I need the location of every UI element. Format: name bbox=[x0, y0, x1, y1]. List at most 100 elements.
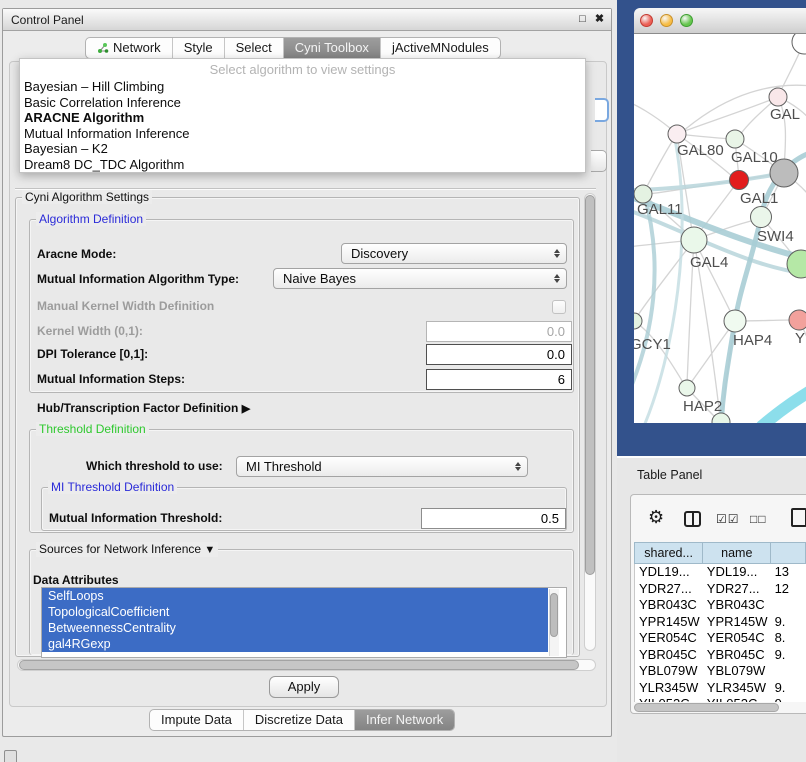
combo-arrows-icon bbox=[548, 274, 566, 283]
network-node-swi4[interactable] bbox=[751, 207, 772, 228]
column-header-shared-name[interactable]: shared... bbox=[634, 542, 702, 564]
page-icon[interactable] bbox=[791, 508, 806, 527]
tab-infer-network[interactable]: Infer Network bbox=[355, 710, 454, 730]
data-attributes-list[interactable]: SelfLoopsTopologicalCoefficientBetweenne… bbox=[41, 587, 567, 658]
node-label: GCY1 bbox=[634, 336, 671, 353]
attribute-item[interactable]: TopologicalCoefficient bbox=[42, 604, 548, 620]
network-node-gal[interactable] bbox=[769, 88, 787, 106]
column-header-name[interactable]: name bbox=[702, 542, 770, 564]
docked-panel-icon[interactable] bbox=[4, 750, 17, 762]
algorithm-option[interactable]: Bayesian – Hill Climbing bbox=[20, 79, 585, 95]
columns-icon[interactable] bbox=[684, 511, 701, 527]
tab-label: Cyni Toolbox bbox=[295, 38, 369, 58]
collapse-down-icon: ▼ bbox=[204, 544, 215, 556]
table-cell: YER054C bbox=[635, 630, 703, 647]
dpi-tolerance-field[interactable]: 0.0 bbox=[426, 344, 572, 365]
settings-hscrollbar-thumb[interactable] bbox=[19, 660, 579, 670]
algorithm-option[interactable]: ARACNE Algorithm bbox=[20, 110, 585, 126]
attribute-item[interactable]: BetweennessCentrality bbox=[42, 620, 548, 636]
attribute-item[interactable]: gal4RGexp bbox=[42, 636, 548, 652]
close-traffic-light-icon[interactable] bbox=[640, 14, 653, 27]
algorithm-option[interactable]: Bayesian – K2 bbox=[20, 141, 585, 157]
table-row[interactable]: YPR145WYPR145W9. bbox=[635, 614, 806, 631]
network-node-hap4[interactable] bbox=[724, 310, 746, 332]
zoom-traffic-light-icon[interactable] bbox=[680, 14, 693, 27]
algorithm-option[interactable]: Dream8 DC_TDC Algorithm bbox=[20, 157, 585, 173]
aracne-mode-label: Aracne Mode: bbox=[37, 247, 116, 261]
tab-discretize-data[interactable]: Discretize Data bbox=[244, 710, 355, 730]
tab-label: Impute Data bbox=[161, 710, 232, 730]
which-threshold-select[interactable]: MI Threshold bbox=[236, 456, 528, 477]
attribute-item[interactable]: SelfLoops bbox=[42, 588, 548, 604]
apply-button[interactable]: Apply bbox=[269, 676, 339, 698]
dropdown-placeholder: Select algorithm to view settings bbox=[20, 62, 585, 77]
settings-group-title: Cyni Algorithm Settings bbox=[22, 190, 152, 204]
column-header-clipped[interactable] bbox=[770, 542, 806, 564]
table-cell: YDR27... bbox=[635, 581, 703, 598]
node-label: GAL10 bbox=[731, 149, 778, 166]
table-row[interactable]: YDL19...YDL19...13 bbox=[635, 564, 806, 581]
settings-vscrollbar-thumb[interactable] bbox=[585, 195, 595, 575]
tab-impute-data[interactable]: Impute Data bbox=[150, 710, 244, 730]
table-row[interactable]: YIL052CYIL052C9. bbox=[635, 696, 806, 702]
network-window-titlebar[interactable] bbox=[634, 8, 806, 34]
close-window-icon[interactable]: ✖ bbox=[592, 12, 607, 27]
node-label: HAP4 bbox=[733, 332, 772, 349]
manual-kernel-checkbox[interactable] bbox=[552, 300, 566, 314]
table-hscrollbar-thumb[interactable] bbox=[634, 703, 779, 712]
aracne-mode-select[interactable]: Discovery bbox=[341, 243, 567, 264]
node-label: GAL11 bbox=[637, 201, 683, 218]
tab-select[interactable]: Select bbox=[225, 38, 284, 58]
tab-label: Select bbox=[236, 38, 272, 58]
table-row[interactable]: YLR345WYLR345W9. bbox=[635, 680, 806, 697]
float-window-icon[interactable]: □ bbox=[575, 12, 590, 27]
tab-style[interactable]: Style bbox=[173, 38, 225, 58]
network-node[interactable] bbox=[770, 159, 798, 187]
attributes-scrollbar-thumb[interactable] bbox=[550, 593, 558, 637]
minimize-traffic-light-icon[interactable] bbox=[660, 14, 673, 27]
table-row[interactable]: YBL079WYBL079W bbox=[635, 663, 806, 680]
table-cell: YBR045C bbox=[703, 647, 771, 664]
algorithm-option[interactable]: Basic Correlation Inference bbox=[20, 95, 585, 111]
table-cell: YBL079W bbox=[635, 663, 703, 680]
tab-network[interactable]: Network bbox=[86, 38, 173, 58]
mi-steps-field[interactable]: 6 bbox=[426, 369, 572, 390]
table-row[interactable]: YBR043CYBR043C bbox=[635, 597, 806, 614]
network-node-gal80[interactable] bbox=[668, 125, 686, 143]
network-node-gal4[interactable] bbox=[681, 227, 707, 253]
panel-title: Control Panel bbox=[11, 13, 84, 27]
table-cell: 9. bbox=[771, 647, 806, 664]
hub-section-label: Hub/Transcription Factor Definition bbox=[37, 401, 238, 415]
node-label: Y bbox=[795, 330, 805, 347]
mi-algorithm-type-value: Naive Bayes bbox=[274, 271, 548, 286]
network-node-hap2[interactable] bbox=[679, 380, 695, 396]
tab-label: Discretize Data bbox=[255, 710, 343, 730]
network-node-gal1[interactable] bbox=[730, 171, 749, 190]
mi-algorithm-type-select[interactable]: Naive Bayes bbox=[273, 268, 567, 289]
network-canvas[interactable]: GALGAL80GAL10GAL1GAL11SWI4GAL4GCY1HAP4YH… bbox=[634, 34, 806, 423]
mutual-information-threshold-field[interactable]: 0.5 bbox=[421, 508, 566, 529]
tab-cyni-toolbox[interactable]: Cyni Toolbox bbox=[284, 38, 381, 58]
sources-group-toggle[interactable]: Sources for Network Inference ▼ bbox=[36, 542, 218, 557]
tab-label: Infer Network bbox=[366, 710, 443, 730]
select-all-icon[interactable]: ☑☑ bbox=[716, 512, 740, 526]
deselect-all-icon[interactable]: □□ bbox=[750, 512, 767, 526]
which-threshold-label: Which threshold to use: bbox=[86, 459, 223, 473]
table-cell: YDL19... bbox=[703, 564, 771, 581]
network-node[interactable] bbox=[792, 34, 806, 54]
tab-jactivemnodules[interactable]: jActiveMNodules bbox=[381, 38, 500, 58]
network-node-y[interactable] bbox=[789, 310, 806, 330]
data-attributes-label: Data Attributes bbox=[33, 573, 119, 587]
table-row[interactable]: YBR045CYBR045C9. bbox=[635, 647, 806, 664]
kernel-width-field[interactable]: 0.0 bbox=[426, 321, 572, 342]
algorithm-definition-title: Algorithm Definition bbox=[36, 212, 146, 226]
gear-icon[interactable]: ⚙ bbox=[648, 507, 664, 528]
network-node-gal10[interactable] bbox=[726, 130, 744, 148]
table-row[interactable]: YER054CYER054C8. bbox=[635, 630, 806, 647]
table-row[interactable]: YDR27...YDR27...12 bbox=[635, 581, 806, 598]
combo-arrows-icon bbox=[509, 462, 527, 471]
control-panel-titlebar: Control Panel □ ✖ bbox=[3, 9, 611, 31]
hub-section-toggle[interactable]: Hub/Transcription Factor Definition ▶ bbox=[37, 401, 250, 415]
node-label: GAL1 bbox=[740, 190, 778, 207]
algorithm-option[interactable]: Mutual Information Inference bbox=[20, 126, 585, 142]
